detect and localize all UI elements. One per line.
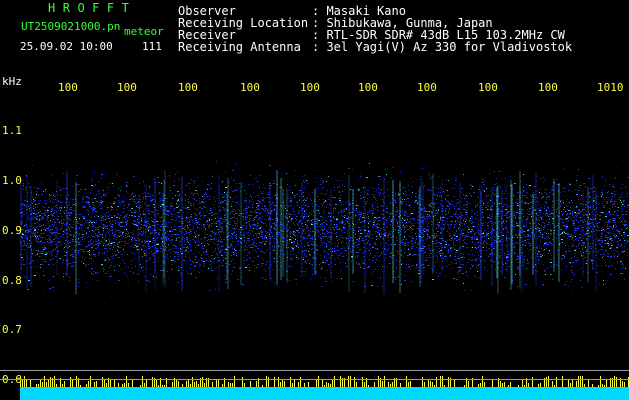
y-tick-label: 0.7 — [2, 323, 22, 336]
station-value: : 3el Yagi(V) Az 330 for Vladivostok — [312, 40, 573, 54]
time-tick-label: 100 — [117, 81, 137, 94]
time-tick-label: 100 — [358, 81, 378, 94]
logo: HROFFT — [48, 1, 137, 15]
reference-line-lower — [0, 379, 629, 380]
time-tick-label: 100 — [178, 81, 198, 94]
y-tick-label: 0.6 — [2, 373, 22, 386]
bottom-activity-bar — [20, 387, 629, 400]
y-tick-label: 0.9 — [2, 224, 22, 237]
bottom-spikes — [20, 376, 629, 387]
y-tick-label: 0.8 — [2, 274, 22, 287]
station-label: Receiving Antenna — [178, 40, 301, 54]
y-tick-label: 1.0 — [2, 174, 22, 187]
time-tick-label: 100 — [58, 81, 78, 94]
datetime: 25.09.02 10:00 — [20, 40, 113, 53]
noise-layer — [20, 161, 629, 297]
waterfall-spectrogram — [20, 161, 629, 400]
filename: UT2509021000.pn — [21, 20, 121, 33]
reference-line-upper — [0, 370, 629, 371]
frequency-unit-label: kHz — [2, 75, 22, 88]
count: 111 — [142, 40, 162, 53]
time-tick-label: 1010 — [597, 81, 624, 94]
meteor-echo-layer — [20, 170, 597, 294]
mode-label: meteor — [124, 25, 164, 38]
y-tick-label: 1.1 — [2, 124, 22, 137]
time-tick-label: 100 — [478, 81, 498, 94]
hrofft-screen: HROFFT UT2509021000.pn meteor 25.09.02 1… — [0, 0, 629, 400]
time-tick-label: 100 — [240, 81, 260, 94]
time-tick-label: 100 — [417, 81, 437, 94]
time-tick-label: 100 — [538, 81, 558, 94]
time-tick-label: 100 — [300, 81, 320, 94]
